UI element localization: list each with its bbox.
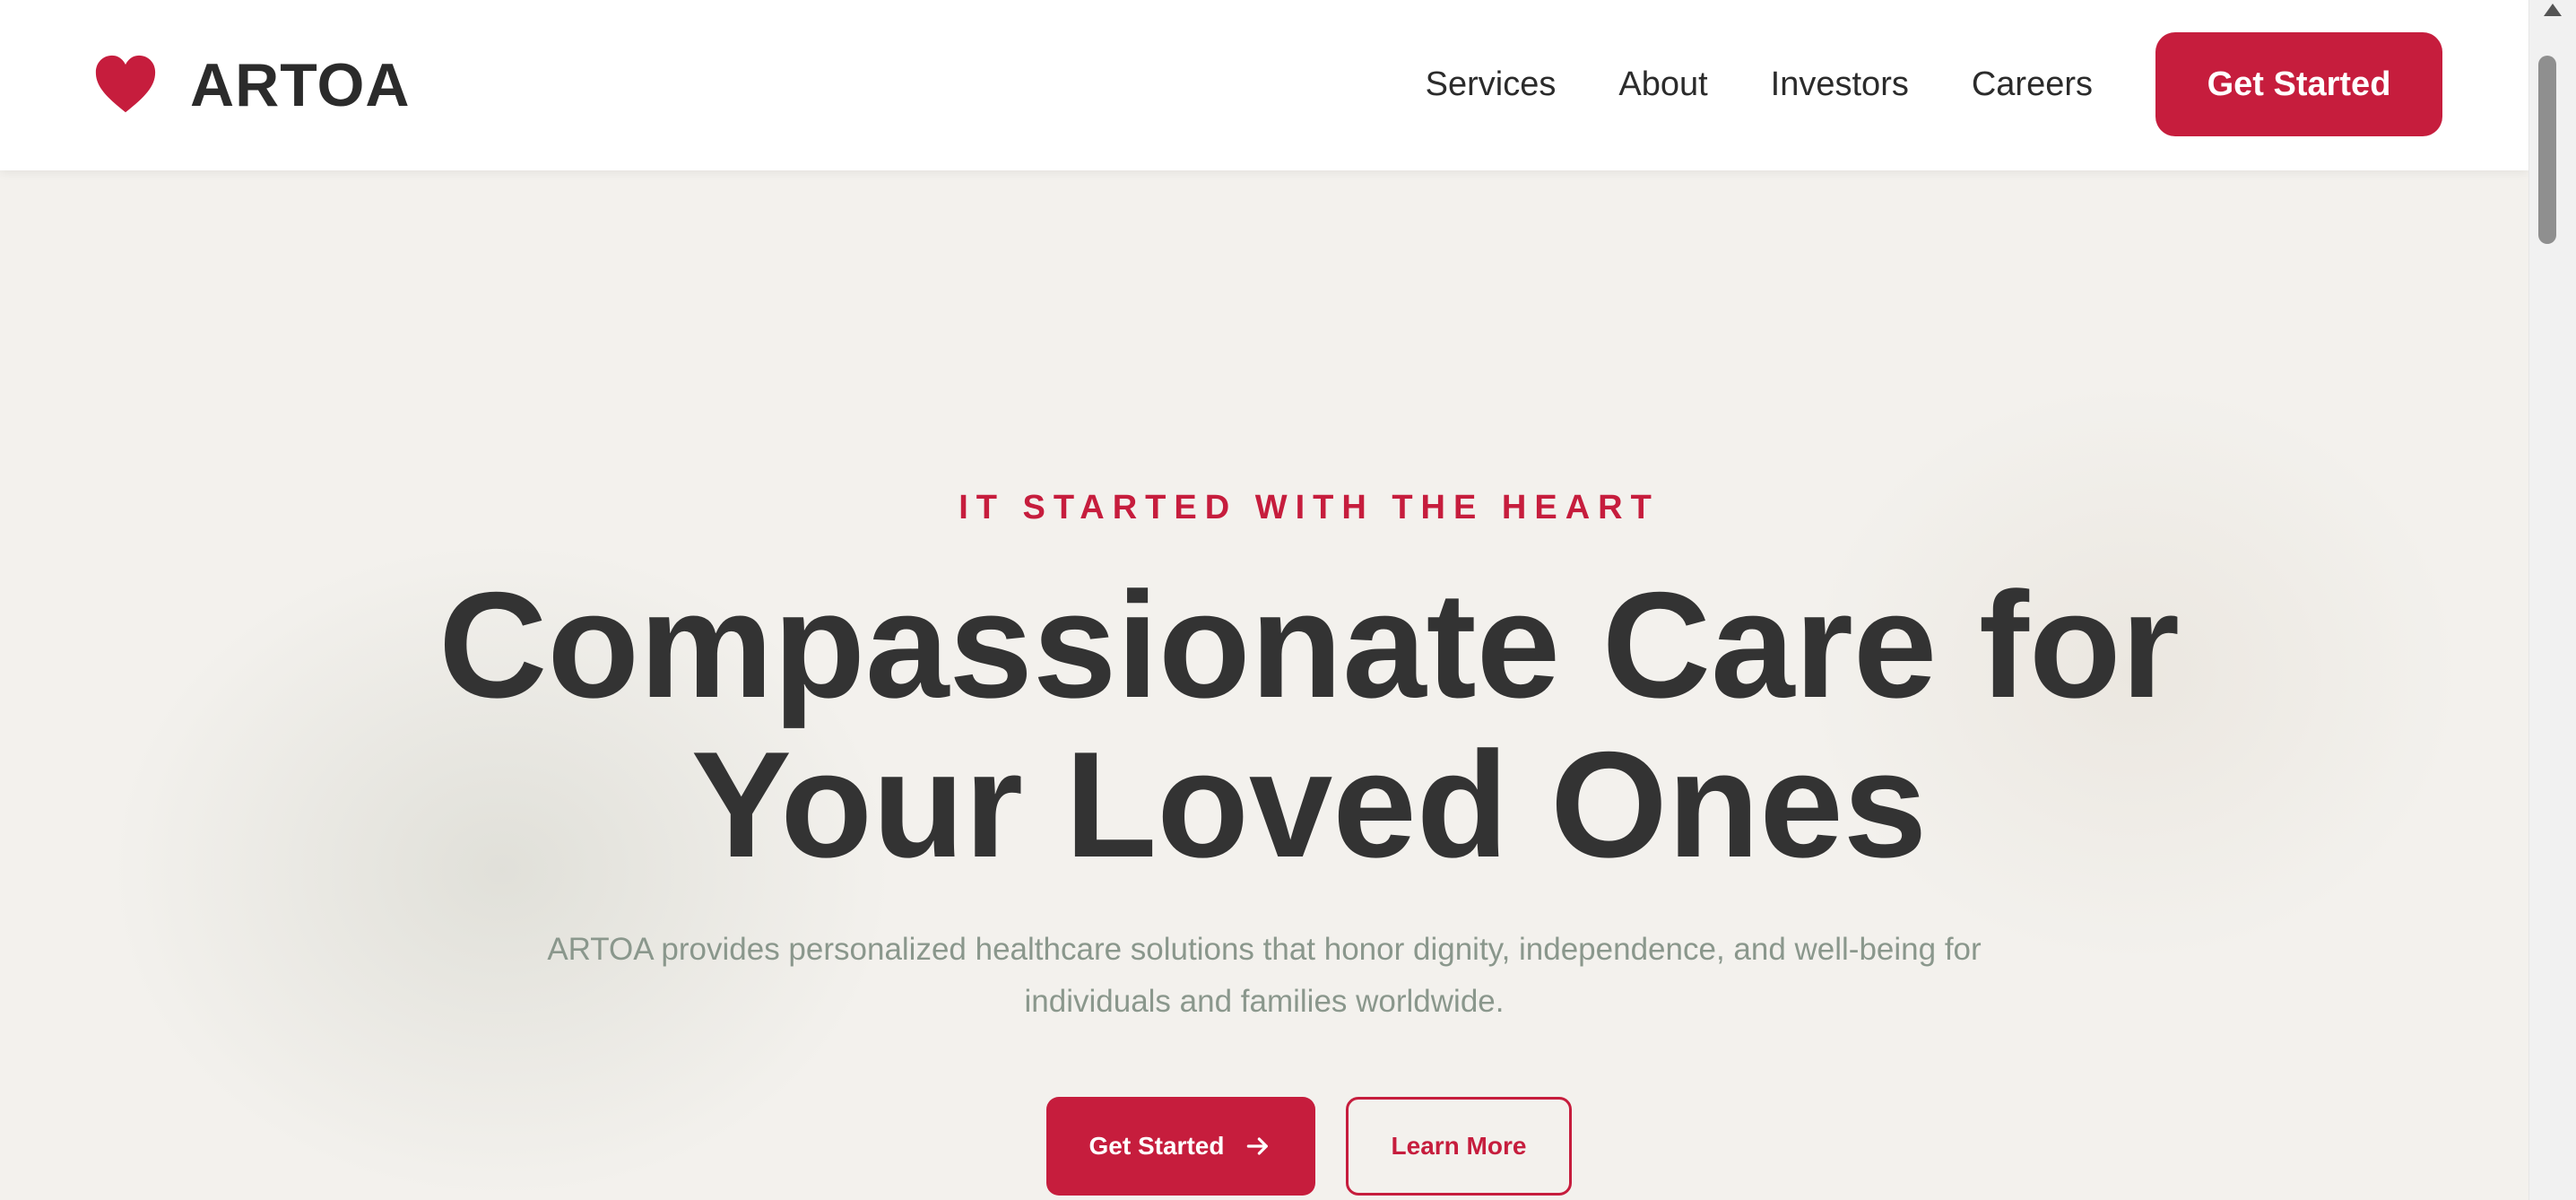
hero-buttons: Get Started Learn More xyxy=(90,1097,2528,1196)
hero-section: IT STARTED WITH THE HEART Compassionate … xyxy=(90,170,2528,1200)
scrollbar-thumb[interactable] xyxy=(2538,56,2556,244)
header-get-started-button[interactable]: Get Started xyxy=(2155,32,2442,136)
page-viewport: ARTOA Services About Investors Careers G… xyxy=(0,0,2528,1200)
hero-headline-line-2: Your Loved Ones xyxy=(690,720,1928,889)
hero-headline: Compassionate Care for Your Loved Ones xyxy=(90,565,2528,884)
site-header: ARTOA Services About Investors Careers G… xyxy=(0,0,2528,170)
nav-link-services[interactable]: Services xyxy=(1426,65,1557,104)
hero-headline-line-1: Compassionate Care for xyxy=(438,561,2180,729)
hero-learn-more-button[interactable]: Learn More xyxy=(1346,1097,1572,1196)
page-scrollbar[interactable] xyxy=(2528,0,2576,1200)
nav-link-about[interactable]: About xyxy=(1618,65,1707,104)
heart-icon xyxy=(95,55,156,113)
hero-get-started-label: Get Started xyxy=(1089,1132,1225,1160)
hero-kicker: IT STARTED WITH THE HEART xyxy=(958,489,1660,526)
scroll-up-arrow-icon[interactable] xyxy=(2544,4,2562,16)
main-nav: Services About Investors Careers Get Sta… xyxy=(1426,32,2442,136)
arrow-right-icon xyxy=(1247,1137,1269,1155)
site-logo[interactable]: ARTOA xyxy=(93,45,411,126)
brand-name: ARTOA xyxy=(190,51,411,119)
hero-get-started-button[interactable]: Get Started xyxy=(1046,1097,1315,1196)
hero-subtext: ARTOA provides personalized healthcare s… xyxy=(547,932,1982,1019)
nav-link-careers[interactable]: Careers xyxy=(1972,65,2093,104)
nav-link-investors[interactable]: Investors xyxy=(1771,65,1909,104)
